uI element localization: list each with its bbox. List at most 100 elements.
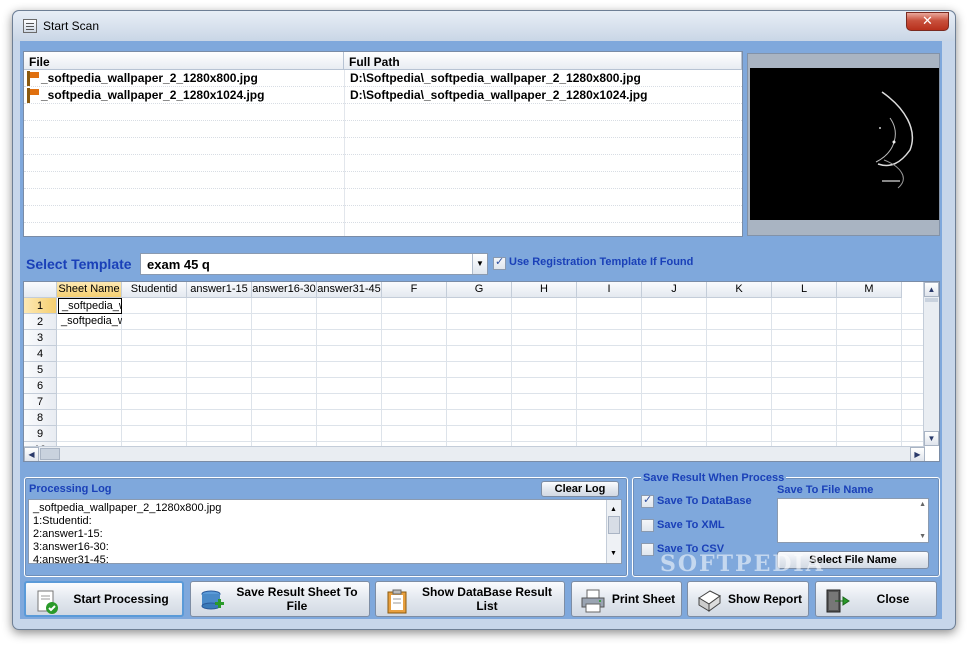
start-scan-window: Start Scan ✕ File Full Path _softpedia_w… [12, 10, 956, 630]
grid-vertical-scrollbar[interactable]: ▲ ▼ [923, 282, 939, 446]
grid-column-header[interactable]: L [772, 282, 837, 298]
print-sheet-label: Print Sheet [611, 592, 676, 606]
use-registration-label: Use Registration Template If Found [509, 256, 694, 268]
printer-icon [581, 589, 605, 613]
save-to-database-checkbox[interactable] [641, 493, 654, 508]
grid-corner[interactable] [24, 282, 57, 298]
show-report-button[interactable]: Show Report [687, 581, 809, 617]
processing-log-title: Processing Log [29, 483, 112, 495]
exit-door-icon [826, 589, 850, 613]
file-list-row[interactable] [24, 104, 742, 121]
grid-row-header[interactable]: 5 [24, 362, 57, 378]
close-label: Close [876, 592, 910, 606]
grid-row-header[interactable]: 6 [24, 378, 57, 394]
flag-icon [27, 88, 39, 103]
log-line: 1:Studentid: [33, 515, 92, 527]
show-database-result-label: Show DataBase Result List [421, 585, 553, 613]
grid-column-header[interactable]: J [642, 282, 707, 298]
grid-column-header[interactable]: Studentid [122, 282, 187, 298]
file-list-row[interactable] [24, 189, 742, 206]
chevron-down-icon[interactable]: ▼ [472, 254, 487, 274]
show-database-result-button[interactable]: Show DataBase Result List [375, 581, 565, 617]
grid-row-header[interactable]: 4 [24, 346, 57, 362]
scroll-up-icon[interactable]: ▲ [924, 282, 939, 297]
start-processing-button[interactable]: Start Processing [24, 581, 184, 617]
file-list-row[interactable] [24, 206, 742, 223]
save-to-xml-checkbox[interactable] [641, 519, 654, 532]
grid-column-header[interactable]: answer16-30 [252, 282, 317, 298]
save-result-title: Save Result When Process [641, 472, 787, 484]
database-add-icon [201, 590, 224, 610]
file-list-row[interactable] [24, 172, 742, 189]
file-path-cell: D:\Softpedia\_softpedia_wallpaper_2_1280… [350, 71, 641, 85]
grid-column-header[interactable]: Sheet Name [57, 282, 122, 298]
grid-row-header[interactable]: 8 [24, 410, 57, 426]
use-registration-checkbox[interactable] [493, 255, 506, 270]
app-icon [23, 19, 37, 33]
file-list-row[interactable] [24, 155, 742, 172]
file-list-row[interactable] [24, 138, 742, 155]
save-result-sheet-label: Save Result Sheet To File [236, 585, 358, 613]
start-processing-label: Start Processing [73, 592, 169, 606]
grid-cell-a2[interactable]: _softpedia_w [58, 314, 122, 329]
scroll-down-icon[interactable]: ▼ [610, 547, 617, 560]
title-bar[interactable]: Start Scan ✕ [13, 11, 955, 41]
template-select[interactable]: exam 45 q ▼ [140, 253, 488, 275]
scroll-down-icon[interactable]: ▼ [924, 431, 939, 446]
client-area: File Full Path _softpedia_wallpaper_2_12… [20, 41, 942, 619]
grid-horizontal-scrollbar[interactable]: ◀ ▶ [24, 446, 925, 461]
column-header-file[interactable]: File [24, 52, 344, 70]
report-icon [698, 590, 721, 612]
show-report-label: Show Report [728, 592, 802, 606]
grid-column-header[interactable]: F [382, 282, 447, 298]
clipboard-icon [387, 589, 407, 614]
file-list-row[interactable] [24, 121, 742, 138]
scroll-right-icon[interactable]: ▶ [910, 447, 925, 461]
processing-log-group: Processing Log Clear Log _softpedia_wall… [24, 477, 628, 577]
grid-column-header[interactable]: answer31-45 [317, 282, 382, 298]
grid-column-header[interactable]: H [512, 282, 577, 298]
save-to-file-name-label: Save To File Name [777, 484, 874, 496]
processing-log-text[interactable]: _softpedia_wallpaper_2_1280x800.jpg 1:Stu… [28, 499, 622, 564]
log-line: 3:answer16-30: [33, 541, 109, 553]
log-line: _softpedia_wallpaper_2_1280x800.jpg [33, 502, 222, 514]
window-title: Start Scan [43, 19, 100, 33]
grid-row-header[interactable]: 3 [24, 330, 57, 346]
column-header-full-path[interactable]: Full Path [344, 52, 742, 70]
grid-column-header[interactable]: answer1-15 [187, 282, 252, 298]
print-sheet-button[interactable]: Print Sheet [571, 581, 682, 617]
window-close-button[interactable]: ✕ [906, 12, 949, 31]
close-button[interactable]: Close [815, 581, 937, 617]
result-sheet-grid[interactable]: Sheet Name Studentid answer1-15 answer16-30… [23, 281, 940, 462]
grid-column-header[interactable]: G [447, 282, 512, 298]
save-to-database-label: Save To DataBase [657, 495, 752, 507]
grid-row-header[interactable]: 9 [24, 426, 57, 442]
file-name-cell: _softpedia_wallpaper_2_1280x1024.jpg [41, 88, 265, 102]
save-to-csv-checkbox[interactable] [641, 543, 654, 556]
grid-row-header[interactable]: 2 [24, 314, 57, 330]
grid-row-header[interactable]: 1 [24, 298, 57, 314]
scroll-left-icon[interactable]: ◀ [24, 447, 39, 461]
log-line: 4:answer31-45: [33, 554, 109, 564]
file-name-field[interactable]: ▲ ▼ [777, 498, 929, 543]
watermark: SOFTPEDIA [660, 551, 825, 577]
grid-cell-a1[interactable]: _softpedia_w [58, 298, 122, 314]
grid-column-header[interactable]: M [837, 282, 902, 298]
grid-row-header[interactable]: 7 [24, 394, 57, 410]
grid-column-header[interactable]: I [577, 282, 642, 298]
scroll-up-icon[interactable]: ▲ [610, 503, 617, 516]
select-template-label: Select Template [26, 256, 132, 272]
file-list-row[interactable]: _softpedia_wallpaper_2_1280x1024.jpg D:\S… [24, 87, 742, 104]
file-path-cell: D:\Softpedia\_softpedia_wallpaper_2_1280… [350, 88, 648, 102]
image-preview [747, 53, 940, 236]
grid-column-header[interactable]: K [707, 282, 772, 298]
flag-icon [27, 71, 39, 86]
file-list-row[interactable]: _softpedia_wallpaper_2_1280x800.jpg D:\So… [24, 70, 742, 87]
document-check-icon [37, 590, 58, 614]
clear-log-button[interactable]: Clear Log [541, 481, 619, 497]
file-list[interactable]: File Full Path _softpedia_wallpaper_2_12… [23, 51, 743, 237]
save-result-sheet-button[interactable]: Save Result Sheet To File [190, 581, 370, 617]
file-name-cell: _softpedia_wallpaper_2_1280x800.jpg [41, 71, 258, 85]
preview-image [750, 68, 939, 220]
template-select-value: exam 45 q [147, 257, 210, 272]
